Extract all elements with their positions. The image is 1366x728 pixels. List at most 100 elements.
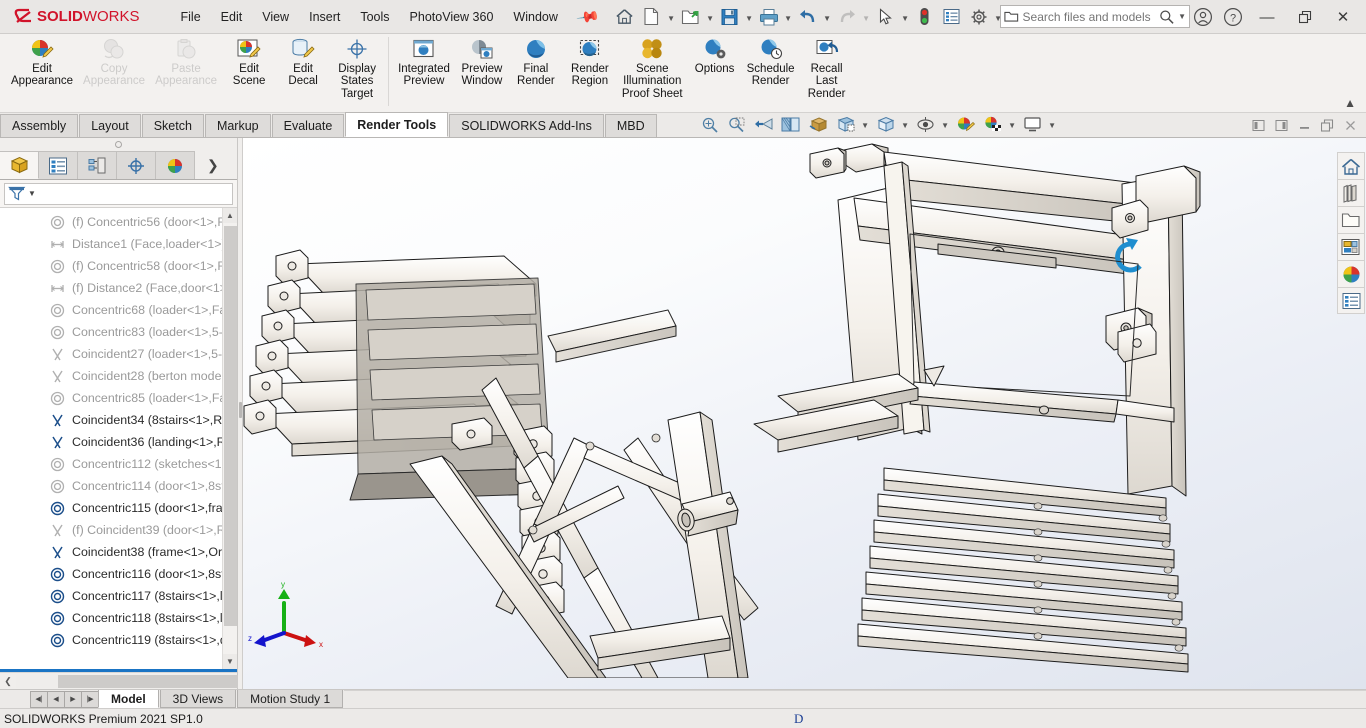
print-icon[interactable]	[756, 4, 782, 30]
menu-view[interactable]: View	[253, 6, 298, 28]
bottom-tab-motion-study-1[interactable]: Motion Study 1	[237, 690, 344, 708]
menu-window[interactable]: Window	[504, 6, 566, 28]
final-render-button[interactable]: Final Render	[509, 34, 563, 88]
tree-item[interactable]: Concentric118 (8stairs<1>,la	[0, 607, 237, 629]
chevron-down-icon[interactable]: ▼	[666, 5, 677, 29]
restore-doc-icon[interactable]	[1317, 115, 1337, 135]
feature-tree[interactable]: (f) Concentric56 (door<1>,Fa Distance1 (…	[0, 208, 237, 669]
rebuild-icon[interactable]	[912, 4, 938, 30]
user-account-icon[interactable]	[1188, 2, 1218, 32]
select-cursor-icon[interactable]	[873, 4, 899, 30]
hide-show-items-button[interactable]	[913, 113, 938, 135]
panel-resize-grip[interactable]	[0, 138, 237, 151]
chevron-down-icon[interactable]: ▼	[744, 5, 755, 29]
task-pane-design-library-button[interactable]	[1337, 179, 1365, 206]
search-box[interactable]: ▼	[1000, 5, 1190, 28]
close-doc-icon[interactable]	[1340, 115, 1360, 135]
panel-tab-dimxpert-manager[interactable]	[117, 151, 156, 179]
display-style-button[interactable]	[833, 113, 858, 135]
panel-tab-property-manager[interactable]	[39, 151, 78, 179]
feature-tree-hscrollbar[interactable]: ❮ ❯	[0, 672, 338, 689]
new-document-icon[interactable]	[639, 4, 665, 30]
chevron-down-icon[interactable]: ▼	[705, 5, 716, 29]
section-view-button[interactable]	[779, 113, 804, 135]
panel-tab-configuration-manager[interactable]	[78, 151, 117, 179]
tree-item[interactable]: Concentric119 (8stairs<1>,dc	[0, 629, 237, 651]
search-icon[interactable]	[1159, 9, 1175, 25]
graphics-viewport[interactable]: y x z	[238, 138, 1366, 689]
tree-item[interactable]: Coincident28 (berton model	[0, 365, 237, 387]
bottom-tab-model[interactable]: Model	[98, 690, 159, 708]
panel-tab-feature-manager[interactable]	[0, 151, 39, 179]
tree-item[interactable]: (f) Distance2 (Face,door<1>)	[0, 277, 237, 299]
panel-tab-display-manager[interactable]	[156, 151, 195, 179]
viewport-button[interactable]	[1020, 113, 1045, 135]
tree-item[interactable]: Distance1 (Face,loader<1>)	[0, 233, 237, 255]
tab-sketch[interactable]: Sketch	[141, 114, 204, 137]
render-region-button[interactable]: Render Region	[563, 34, 617, 88]
save-icon[interactable]	[717, 4, 743, 30]
chevron-right-icon[interactable]: ❯	[195, 151, 237, 179]
chevron-down-icon[interactable]: ▼	[860, 113, 871, 135]
tree-item[interactable]: Coincident36 (landing<1>,Ri	[0, 431, 237, 453]
task-pane-file-explorer-button[interactable]	[1337, 206, 1365, 233]
task-pane-home-button[interactable]	[1337, 152, 1365, 179]
chevron-left-icon[interactable]: ❮	[0, 676, 16, 687]
edit-scene-button[interactable]: Edit Scene	[222, 34, 276, 88]
tree-item[interactable]: Coincident38 (frame<1>,Ori	[0, 541, 237, 563]
scene-button[interactable]	[980, 113, 1005, 135]
chevron-down-icon[interactable]: ▼	[223, 654, 237, 669]
bottom-tab-3d-views[interactable]: 3D Views	[159, 690, 237, 708]
chevron-down-icon[interactable]: ▼	[1047, 113, 1058, 135]
chevron-down-icon[interactable]: ▼	[783, 5, 794, 29]
tree-item[interactable]: Concentric114 (door<1>,8sta	[0, 475, 237, 497]
chevron-down-icon[interactable]: ▼	[822, 5, 833, 29]
tree-item[interactable]: Concentric68 (loader<1>,Fac	[0, 299, 237, 321]
chevron-down-icon[interactable]: ▼	[900, 113, 911, 135]
chevron-down-icon[interactable]: ▼	[28, 189, 36, 198]
open-folder-icon[interactable]	[678, 4, 704, 30]
scene-illumination-proof-sheet-button[interactable]: Scene Illumination Proof Sheet	[617, 34, 688, 100]
pushpin-icon[interactable]: 📌	[575, 4, 601, 30]
tree-item[interactable]: Coincident34 (8stairs<1>,Rig	[0, 409, 237, 431]
tree-item[interactable]: Concentric117 (8stairs<1>,la	[0, 585, 237, 607]
chevron-down-icon[interactable]: ▼	[940, 113, 951, 135]
edit-decal-button[interactable]: Edit Decal	[276, 34, 330, 88]
view-orientation-button[interactable]	[806, 113, 831, 135]
rotate-view-button[interactable]	[752, 113, 777, 135]
menu-photoview-360[interactable]: PhotoView 360	[401, 6, 503, 28]
task-pane-view-palette-button[interactable]	[1337, 233, 1365, 260]
restore-left-icon[interactable]	[1248, 115, 1268, 135]
chevron-down-icon[interactable]: ▼	[1007, 113, 1018, 135]
tab-assembly[interactable]: Assembly	[0, 114, 79, 137]
close-button[interactable]: ✕	[1324, 1, 1362, 33]
tree-item[interactable]: (f) Coincident39 (door<1>,Ri	[0, 519, 237, 541]
tab-mbd[interactable]: MBD	[604, 114, 657, 137]
undo-icon[interactable]	[795, 4, 821, 30]
help-question-icon[interactable]: ?	[1218, 2, 1248, 32]
task-pane-custom-properties-button[interactable]	[1337, 287, 1365, 314]
tab-render-tools[interactable]: Render Tools	[345, 112, 449, 137]
options-button[interactable]: Options	[688, 34, 742, 75]
schedule-render-button[interactable]: Schedule Render	[742, 34, 800, 88]
chevron-down-icon[interactable]: ▼	[861, 5, 872, 29]
view-settings-button[interactable]	[873, 113, 898, 135]
zoom-to-fit-button[interactable]	[698, 113, 723, 135]
menu-edit[interactable]: Edit	[212, 6, 252, 28]
chevron-down-icon[interactable]: ▼	[900, 5, 911, 29]
preview-window-button[interactable]: Preview Window	[455, 34, 509, 88]
tree-item[interactable]: Concentric115 (door<1>,fran	[0, 497, 237, 519]
restore-button[interactable]	[1286, 1, 1324, 33]
first-icon[interactable]: ◀|	[30, 690, 48, 708]
restore-right-icon[interactable]	[1271, 115, 1291, 135]
redo-icon[interactable]	[834, 4, 860, 30]
tree-item[interactable]: Concentric83 (loader<1>,5-5	[0, 321, 237, 343]
chevron-up-icon[interactable]: ▲	[223, 208, 237, 223]
search-input[interactable]	[1022, 9, 1155, 24]
hscrollbar-track[interactable]	[16, 674, 338, 688]
feature-tree-scrollbar[interactable]: ▲ ▼	[222, 208, 237, 669]
last-icon[interactable]: |▶	[81, 690, 99, 708]
edit-appearance-button[interactable]: Edit Appearance	[6, 34, 78, 88]
options-list-icon[interactable]	[939, 4, 965, 30]
tree-item[interactable]: Coincident27 (loader<1>,5-5	[0, 343, 237, 365]
